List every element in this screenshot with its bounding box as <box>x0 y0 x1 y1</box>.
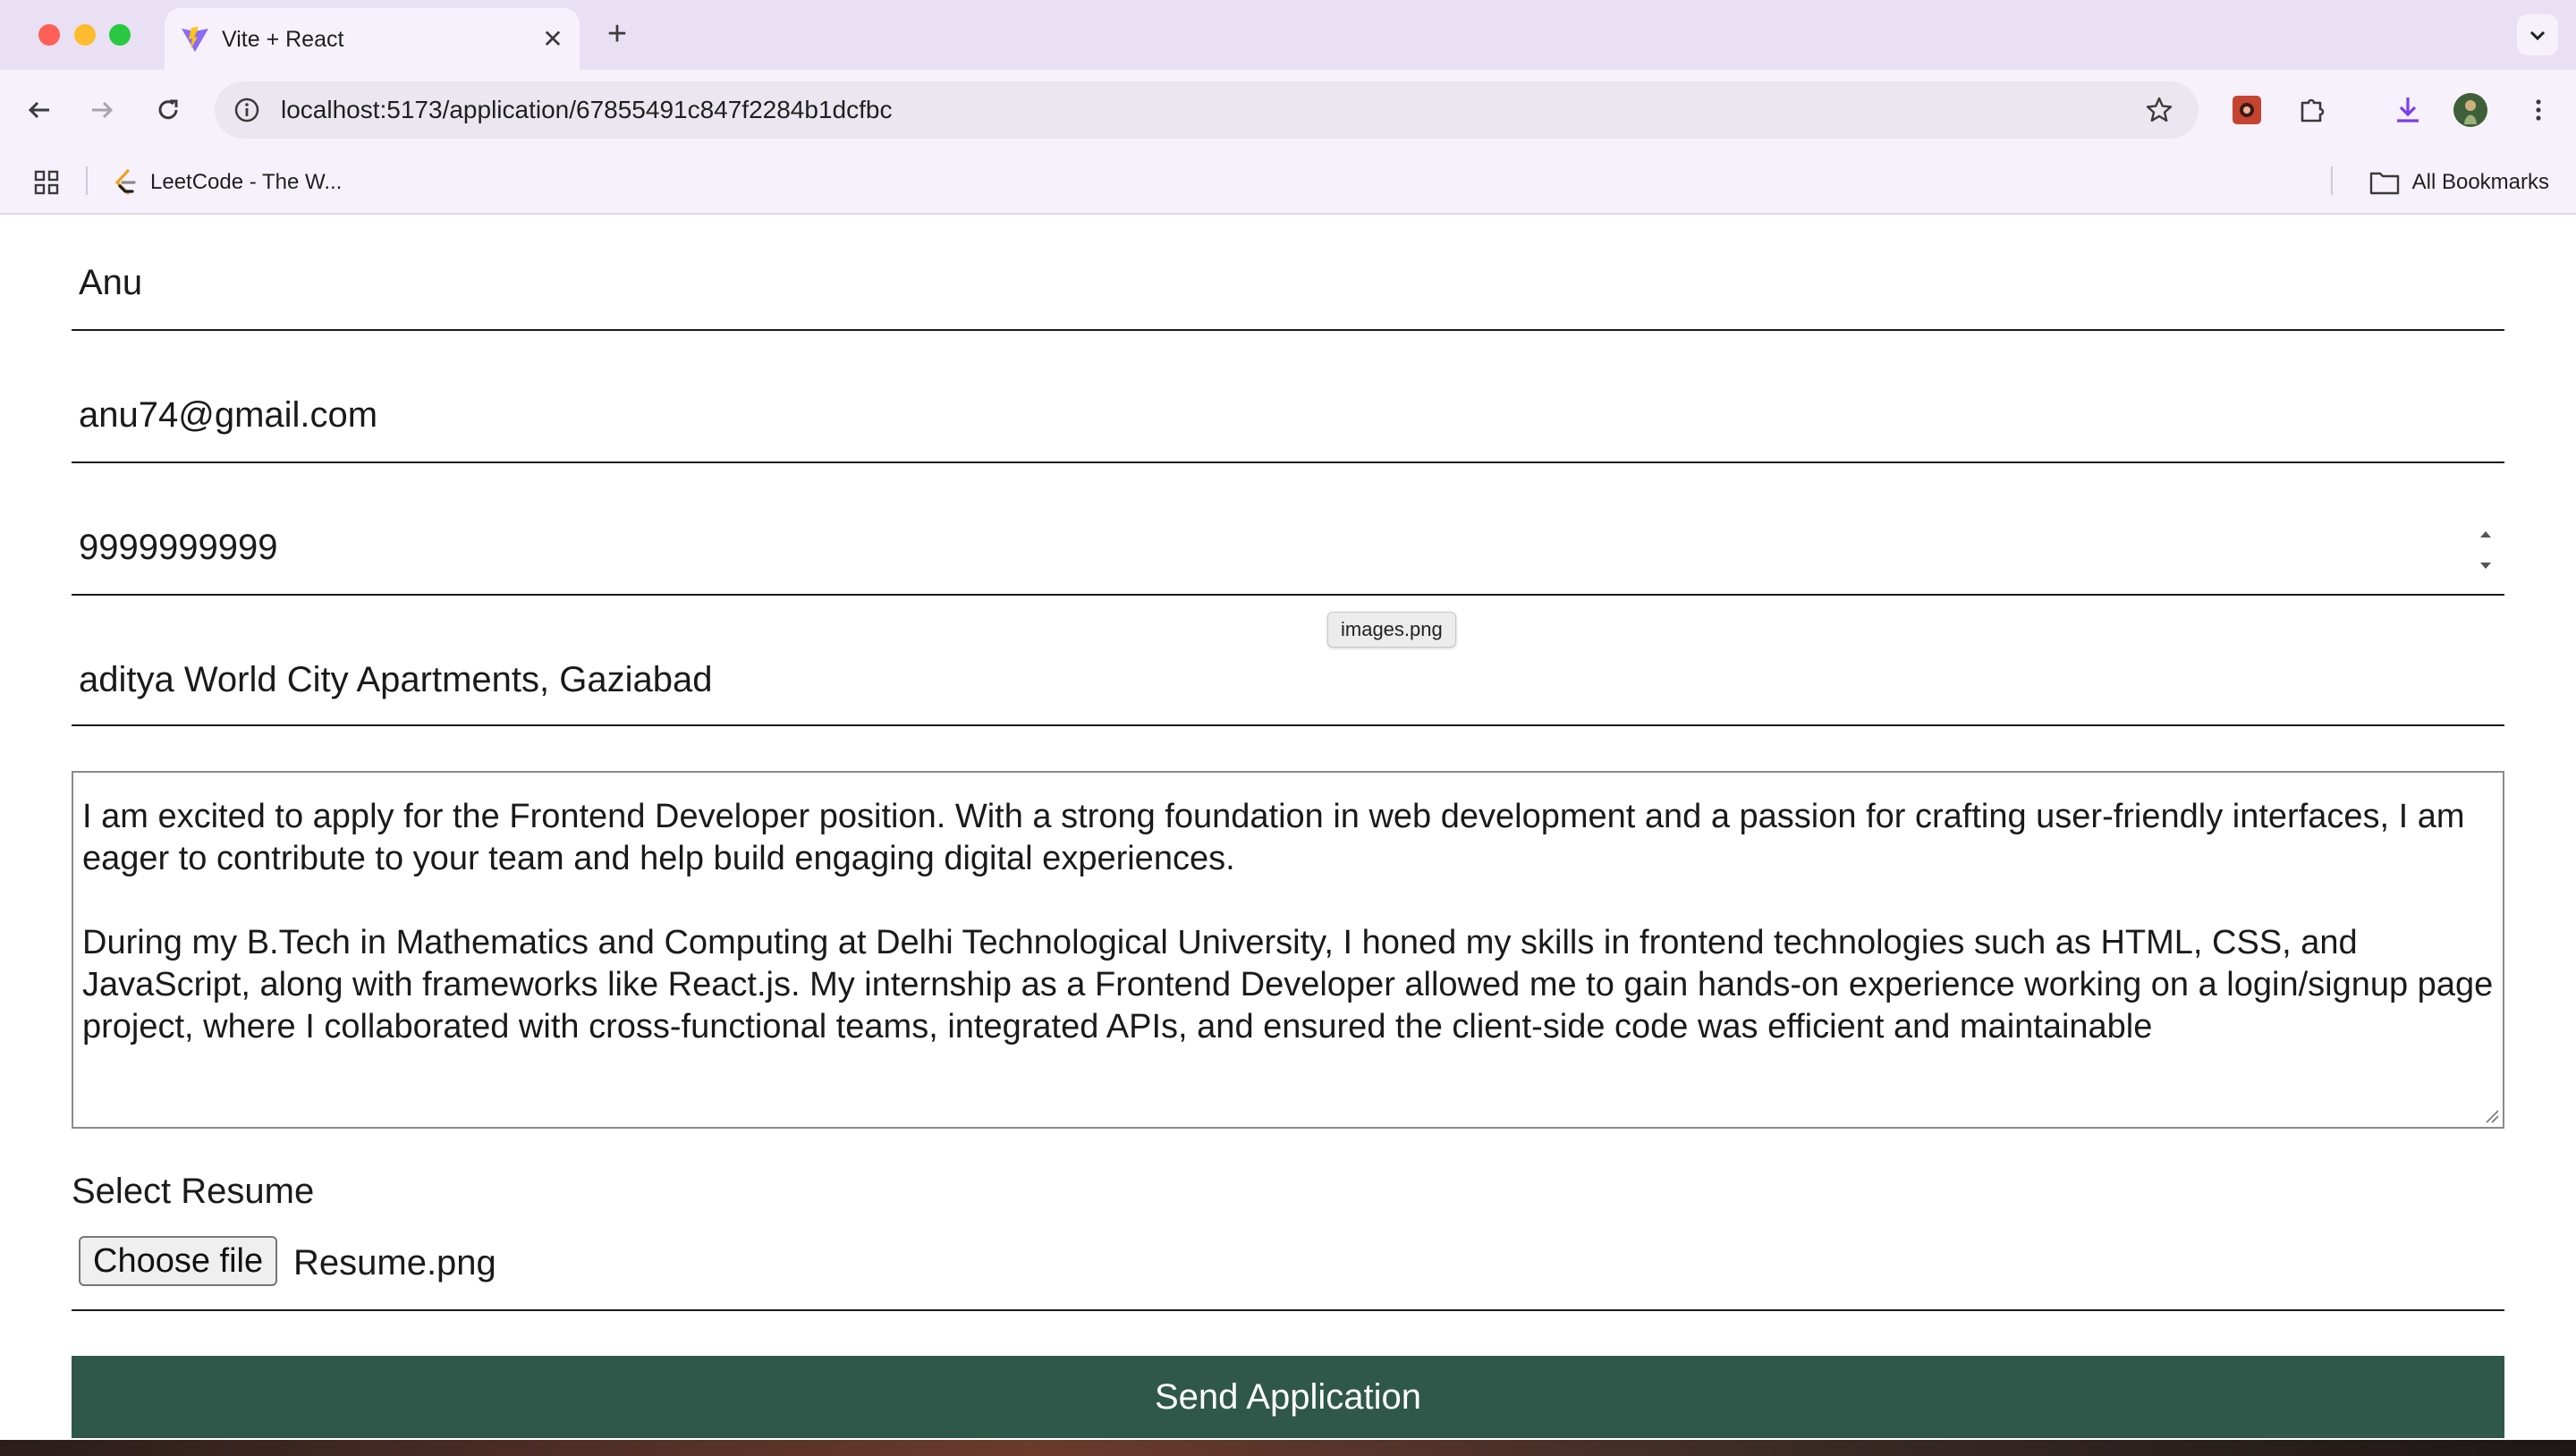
apps-button[interactable] <box>29 165 64 200</box>
stepper-up-icon <box>2480 531 2491 538</box>
tab-search-button[interactable] <box>2517 14 2558 55</box>
leetcode-icon <box>114 169 136 195</box>
all-bookmarks-button[interactable]: All Bookmarks <box>2369 165 2549 200</box>
resume-file-input[interactable]: Choose file Resume.png <box>72 1216 2504 1311</box>
extensions-button[interactable] <box>2292 89 2334 131</box>
star-icon <box>2146 97 2173 122</box>
folder-icon <box>2369 172 2399 195</box>
bookmarks-divider <box>86 166 88 195</box>
background-strip <box>0 1440 2576 1456</box>
browser-toolbar: localhost:5173/application/67855491c847f… <box>0 70 2576 150</box>
extension-app-icon <box>2233 96 2261 124</box>
phone-value: 9999999999 <box>79 528 278 567</box>
cover-letter-textarea[interactable]: I am excited to apply for the Frontend D… <box>72 771 2504 1129</box>
all-bookmarks-label: All Bookmarks <box>2411 170 2549 194</box>
selected-file-name: Resume.png <box>293 1243 496 1282</box>
close-tab-icon[interactable]: ✕ <box>538 24 567 53</box>
minimize-window-button[interactable] <box>74 24 96 46</box>
bookmarks-bar: LeetCode - The W... All Bookmarks <box>0 150 2576 215</box>
site-info-button[interactable] <box>227 90 267 130</box>
vite-icon <box>182 27 208 52</box>
browser-tab[interactable]: Vite + React ✕ <box>165 8 580 70</box>
address-value: aditya World City Apartments, Gaziabad <box>79 660 713 699</box>
reload-icon <box>158 99 178 120</box>
phone-stepper[interactable] <box>2474 529 2497 571</box>
download-icon <box>2397 97 2419 123</box>
address-field[interactable]: aditya World City Apartments, Gaziabad <box>72 596 2504 726</box>
name-value: Anu <box>79 263 143 302</box>
reload-button[interactable] <box>147 89 190 131</box>
info-icon <box>234 97 259 123</box>
downloads-button[interactable] <box>2386 89 2429 131</box>
send-application-button[interactable]: Send Application <box>72 1356 2504 1438</box>
tab-title: Vite + React <box>222 27 344 52</box>
arrow-right-icon <box>92 101 114 119</box>
stepper-down-icon <box>2480 563 2491 569</box>
bookmark-leetcode[interactable]: LeetCode - The W... <box>113 165 342 200</box>
maximize-window-button[interactable] <box>109 24 131 46</box>
close-window-button[interactable] <box>38 24 60 46</box>
phone-field[interactable]: 9999999999 <box>72 463 2504 596</box>
address-bar[interactable]: localhost:5173/application/67855491c847f… <box>215 81 2199 139</box>
resize-grip-icon[interactable] <box>2483 1107 2499 1123</box>
menu-button[interactable] <box>2517 89 2560 131</box>
email-field[interactable]: anu74@gmail.com <box>72 331 2504 463</box>
name-field[interactable]: Anu <box>72 213 2504 331</box>
avatar-icon <box>2453 93 2487 127</box>
profile-button[interactable] <box>2449 89 2492 131</box>
chevron-down-icon <box>2529 30 2546 41</box>
apps-grid-icon <box>34 170 59 195</box>
bookmark-label: LeetCode - The W... <box>150 170 343 194</box>
new-tab-icon[interactable]: + <box>599 15 635 53</box>
extension-button[interactable] <box>2225 89 2268 131</box>
choose-file-button[interactable]: Choose file <box>79 1236 278 1286</box>
resume-label: Select Resume <box>72 1172 315 1211</box>
forward-button[interactable] <box>80 89 123 131</box>
tab-strip: Vite + React ✕ + <box>0 0 2576 70</box>
url-text: localhost:5173/application/67855491c847f… <box>281 96 893 123</box>
puzzle-icon <box>2301 98 2325 123</box>
kebab-menu-icon <box>2536 99 2541 121</box>
bookmarks-divider-right <box>2331 166 2333 195</box>
arrow-left-icon <box>28 101 49 119</box>
back-button[interactable] <box>18 89 61 131</box>
bookmark-star-button[interactable] <box>2140 90 2179 130</box>
email-value: anu74@gmail.com <box>79 395 378 435</box>
